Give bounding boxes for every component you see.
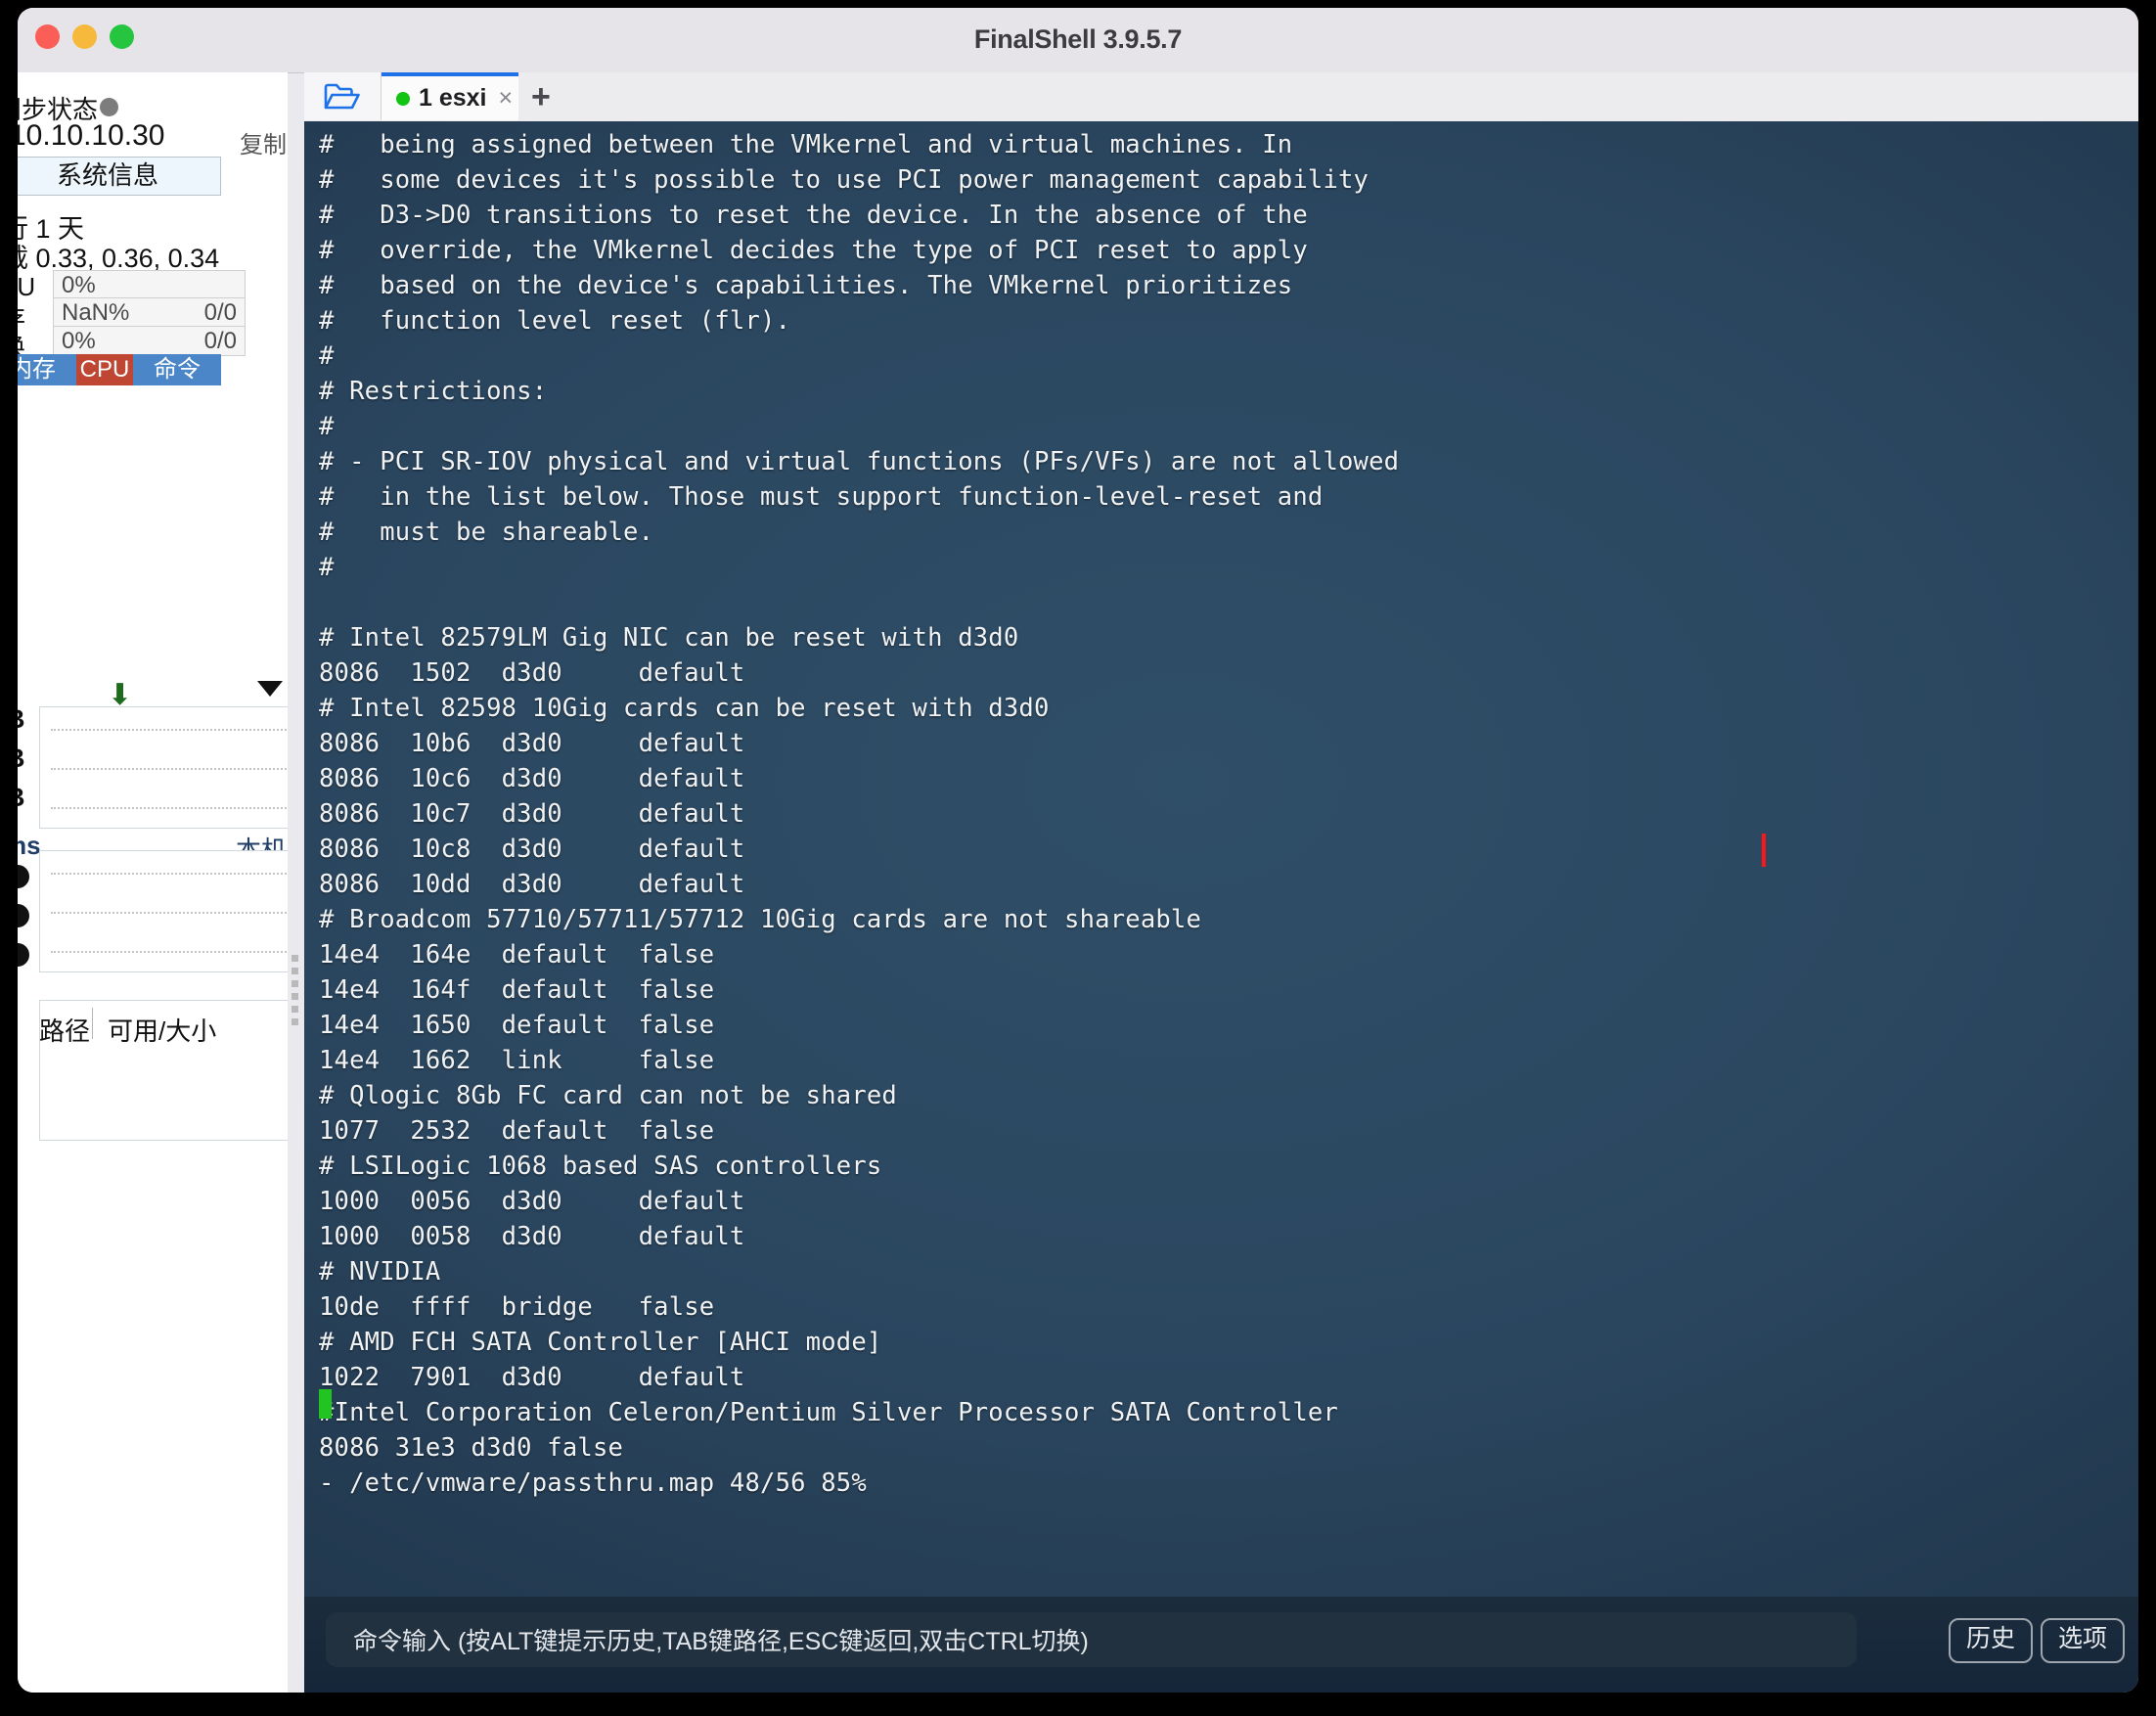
sync-status-indicator — [100, 98, 118, 116]
terminal-line: #Intel Corporation Celeron/Pentium Silve… — [319, 1398, 1339, 1427]
net-unit-0: B — [18, 704, 25, 735]
sidebar-tab-memory[interactable]: 内存 — [18, 354, 76, 385]
sidebar-tab-command[interactable]: 命令 — [133, 354, 221, 385]
terminal-line: 14e4 1650 default false — [319, 1011, 715, 1040]
terminal-line: # D3->D0 transitions to reset the device… — [319, 201, 1308, 230]
sidebar-splitter[interactable] — [290, 955, 301, 1025]
command-input-placeholder: 命令输入 (按ALT键提示历史,TAB键路径,ESC键返回,双击CTRL切换) — [353, 1628, 1089, 1655]
terminal-line: 8086 10b6 d3d0 default — [319, 729, 745, 758]
tab-label: 1 esxi — [419, 84, 487, 112]
terminal-line: # Restrictions: — [319, 377, 548, 406]
folder-open-icon — [324, 83, 360, 109]
terminal-line: 10de ffff bridge false — [319, 1292, 715, 1322]
copy-ip-button[interactable]: 复制 — [240, 125, 287, 159]
terminal-line: # - PCI SR-IOV physical and virtual func… — [319, 447, 1400, 476]
swap-meter-value: 0% — [62, 328, 96, 354]
disk-table-header-size: 可用/大小 — [108, 1016, 217, 1046]
terminal-line: 8086 1502 d3d0 default — [319, 658, 745, 688]
terminal-line: 8086 10c8 d3d0 default — [319, 835, 745, 864]
net-unit-1: B — [18, 744, 25, 774]
terminal-line: 14e4 1662 link false — [319, 1046, 715, 1075]
open-folder-button[interactable] — [304, 72, 382, 120]
terminal-line: # — [319, 412, 335, 441]
terminal-block-cursor — [319, 1389, 332, 1419]
swap-meter-detail: 0/0 — [203, 328, 237, 354]
terminal-line: 8086 10c7 d3d0 default — [319, 799, 745, 829]
server-ip-address: 10.10.10.30 — [18, 119, 165, 152]
terminal-output-area[interactable]: # being assigned between the VMkernel an… — [304, 121, 2138, 1693]
terminal-line: # must be shareable. — [319, 518, 654, 547]
terminal-line: # Broadcom 57710/57711/57712 10Gig cards… — [319, 905, 1202, 934]
history-button[interactable]: 历史 — [1948, 1618, 2033, 1663]
terminal-line: # AMD FCH SATA Controller [AHCI mode] — [319, 1328, 882, 1357]
main-region: 1 esxi × + # being assigned between the … — [304, 72, 2138, 1693]
memory-meter: NaN% 0/0 — [53, 297, 246, 328]
server-info-sidebar: 同步状态 10.10.10.30 复制 系统信息 行 1 天 载 0.33, 0… — [18, 72, 288, 1693]
latency-label: ms — [18, 831, 41, 860]
terminal-line: # Intel 82598 10Gig cards can be reset w… — [319, 694, 1050, 723]
cpu-meter-label: PU — [18, 272, 36, 301]
terminal-line: 8086 10c6 d3d0 default — [319, 764, 745, 793]
terminal-line: 1000 0058 d3d0 default — [319, 1222, 745, 1251]
memory-meter-detail: 0/0 — [203, 299, 237, 326]
terminal-line: # in the list below. Those must support … — [319, 482, 1324, 512]
app-window: FinalShell 3.9.5.7 同步状态 10.10.10.30 复制 系… — [18, 8, 2138, 1693]
memory-meter-value: NaN% — [62, 299, 130, 326]
terminal-line: # — [319, 553, 335, 582]
window-title: FinalShell 3.9.5.7 — [973, 24, 1183, 54]
terminal-text: # being assigned between the VMkernel an… — [319, 127, 1399, 1501]
terminal-line: 8086 10dd d3d0 default — [319, 870, 745, 899]
terminal-line: 1077 2532 default false — [319, 1116, 715, 1146]
terminal-line: # LSILogic 1068 based SAS controllers — [319, 1152, 882, 1181]
cpu-meter-value: 0% — [62, 272, 96, 298]
latency-point-2 — [18, 943, 29, 967]
terminal-line: # — [319, 341, 335, 371]
terminal-line: 1000 0056 d3d0 default — [319, 1187, 745, 1216]
terminal-tab-esxi[interactable]: 1 esxi × — [382, 72, 518, 120]
terminal-line: # being assigned between the VMkernel an… — [319, 130, 1293, 159]
latency-point-1 — [18, 904, 29, 927]
network-traffic-panel — [39, 706, 288, 829]
sidebar-tab-strip: 内存 CPU 命令 — [18, 354, 221, 385]
terminal-line: # based on the device's capabilities. Th… — [319, 271, 1293, 300]
tab-close-icon[interactable]: × — [499, 84, 514, 113]
command-input-bar: 命令输入 (按ALT键提示历史,TAB键路径,ESC键返回,双击CTRL切换) … — [304, 1597, 2138, 1693]
terminal-tab-bar: 1 esxi × + — [304, 72, 2138, 122]
system-info-button[interactable]: 系统信息 — [18, 157, 221, 196]
terminal-line: 1022 7901 d3d0 default — [319, 1363, 745, 1392]
title-bar: FinalShell 3.9.5.7 — [18, 8, 2138, 73]
swap-meter: 0% 0/0 — [53, 326, 246, 356]
latency-chart-panel — [39, 850, 288, 972]
red-caret-marker — [1762, 834, 1766, 867]
terminal-line: 14e4 164e default false — [319, 940, 715, 970]
new-tab-button[interactable]: + — [531, 80, 551, 113]
cpu-meter: 0% — [53, 270, 246, 300]
sidebar-tab-cpu[interactable]: CPU — [76, 354, 133, 385]
terminal-line: # function level reset (flr). — [319, 306, 791, 336]
disk-table-header-path: 路径 — [39, 1016, 91, 1046]
terminal-line: # some devices it's possible to use PCI … — [319, 165, 1370, 195]
chevron-down-icon[interactable] — [257, 681, 283, 697]
disk-table-header-row: 路径 可用/大小 — [39, 1000, 288, 1139]
terminal-line: # override, the VMkernel decides the typ… — [319, 236, 1308, 265]
tab-status-indicator — [396, 91, 410, 106]
terminal-line: # Qlogic 8Gb FC card can not be shared — [319, 1081, 897, 1110]
net-unit-2: B — [18, 783, 25, 813]
terminal-line: 14e4 164f default false — [319, 975, 715, 1005]
terminal-line: 8086 31e3 d3d0 false — [319, 1433, 624, 1463]
options-button[interactable]: 选项 — [2040, 1618, 2125, 1663]
latency-point-0 — [18, 865, 29, 888]
terminal-line: # NVIDIA — [319, 1257, 441, 1287]
command-input[interactable]: 命令输入 (按ALT键提示历史,TAB键路径,ESC键返回,双击CTRL切换) — [326, 1612, 1857, 1667]
terminal-line: - /etc/vmware/passthru.map 48/56 85% — [319, 1468, 867, 1498]
column-divider — [92, 1008, 93, 1039]
terminal-line: # Intel 82579LM Gig NIC can be reset wit… — [319, 623, 1019, 653]
